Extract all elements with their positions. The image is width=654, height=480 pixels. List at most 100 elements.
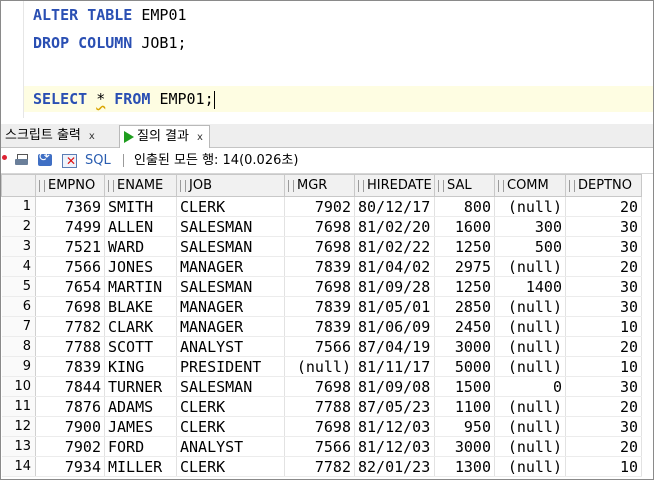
table-cell[interactable]: 81/02/20 (354, 216, 435, 237)
table-cell[interactable]: CLARK (104, 316, 177, 337)
table-cell[interactable]: SALESMAN (176, 376, 285, 397)
table-cell[interactable]: 81/11/17 (354, 356, 435, 377)
table-cell[interactable]: 1500 (434, 376, 495, 397)
table-cell[interactable]: 7839 (35, 356, 105, 377)
table-cell[interactable]: 500 (494, 236, 566, 257)
table-cell[interactable]: 87/05/23 (354, 396, 435, 417)
table-row[interactable]: 6 7698 BLAKE MANAGER 7839 81/05/01 2850 (null) 3… (1, 296, 642, 317)
table-cell[interactable]: CLERK (176, 396, 285, 417)
table-cell[interactable]: ANALYST (176, 436, 285, 457)
table-cell[interactable]: (null) (494, 296, 566, 317)
column-header[interactable]: COMM (494, 174, 566, 197)
table-row[interactable]: 13 7902 FORD ANALYST 7566 81/12/03 3000 (null) 2… (1, 436, 642, 457)
table-cell[interactable]: KING (104, 356, 177, 377)
table-cell[interactable]: MANAGER (176, 296, 285, 317)
table-cell[interactable]: CLERK (176, 416, 285, 437)
table-cell[interactable]: 10 (565, 356, 642, 377)
table-row[interactable]: 14 7934 MILLER CLERK 7782 82/01/23 1300 (null) 1… (1, 456, 642, 477)
table-cell[interactable]: 20 (565, 396, 642, 417)
table-cell[interactable]: 3000 (434, 436, 495, 457)
result-grid[interactable]: EMPNO ENAME JOB MGR HIREDATE SAL COMM DE… (1, 174, 653, 477)
table-cell[interactable]: 81/09/28 (354, 276, 435, 297)
table-cell[interactable]: 81/09/08 (354, 376, 435, 397)
table-cell[interactable]: ANALYST (176, 336, 285, 357)
table-cell[interactable]: SCOTT (104, 336, 177, 357)
table-row[interactable]: 10 7844 TURNER SALESMAN 7698 81/09/08 1500 0 30 (1, 376, 642, 397)
table-cell[interactable]: 7934 (35, 456, 105, 477)
table-cell[interactable]: 30 (565, 276, 642, 297)
code-line-1[interactable]: ALTER TABLE EMP01 (33, 2, 187, 28)
column-header[interactable]: ENAME (104, 174, 177, 197)
table-cell[interactable]: 7654 (35, 276, 105, 297)
table-row[interactable]: 7 7782 CLARK MANAGER 7839 81/06/09 2450 (null) 1… (1, 316, 642, 337)
table-cell[interactable]: WARD (104, 236, 177, 257)
table-cell[interactable]: 300 (494, 216, 566, 237)
code-line-3-current[interactable]: SELECT * FROM EMP01; (24, 86, 653, 112)
refresh-icon[interactable] (38, 150, 53, 167)
table-cell[interactable]: 10 (565, 316, 642, 337)
print-icon[interactable] (15, 153, 30, 167)
pin-icon[interactable] (2, 153, 8, 167)
table-cell[interactable]: 1400 (494, 276, 566, 297)
table-cell[interactable]: 81/12/03 (354, 416, 435, 437)
table-cell[interactable]: 7566 (284, 336, 355, 357)
table-cell[interactable]: 81/12/03 (354, 436, 435, 457)
column-header[interactable]: JOB (176, 174, 285, 197)
table-cell[interactable]: 0 (494, 376, 566, 397)
column-header[interactable]: MGR (284, 174, 355, 197)
table-cell[interactable]: 1300 (434, 456, 495, 477)
table-cell[interactable]: 7788 (35, 336, 105, 357)
table-cell[interactable]: 2975 (434, 256, 495, 277)
table-cell[interactable]: 30 (565, 416, 642, 437)
table-cell[interactable]: 950 (434, 416, 495, 437)
table-cell[interactable]: 30 (565, 376, 642, 397)
table-cell[interactable]: 30 (565, 296, 642, 317)
table-cell[interactable]: 7900 (35, 416, 105, 437)
table-cell[interactable]: ADAMS (104, 396, 177, 417)
table-cell[interactable]: 800 (434, 196, 495, 217)
table-cell[interactable]: 20 (565, 196, 642, 217)
table-cell[interactable]: 7566 (35, 256, 105, 277)
table-cell[interactable]: 81/04/02 (354, 256, 435, 277)
table-cell[interactable]: CLERK (176, 456, 285, 477)
table-cell[interactable]: (null) (494, 256, 566, 277)
table-cell[interactable]: (null) (494, 316, 566, 337)
table-cell[interactable]: 20 (565, 256, 642, 277)
table-cell[interactable]: 7698 (284, 276, 355, 297)
close-icon[interactable]: x (197, 132, 203, 143)
table-cell[interactable]: 30 (565, 216, 642, 237)
table-row[interactable]: 3 7521 WARD SALESMAN 7698 81/02/22 1250 500 30 (1, 236, 642, 257)
table-cell[interactable]: 81/05/01 (354, 296, 435, 317)
sql-editor[interactable]: ALTER TABLE EMP01 DROP COLUMN JOB1; SELE… (1, 1, 653, 119)
table-row[interactable]: 11 7876 ADAMS CLERK 7788 87/05/23 1100 (null) 20 (1, 396, 642, 417)
table-cell[interactable]: 7839 (284, 256, 355, 277)
table-cell[interactable]: (null) (494, 356, 566, 377)
column-header[interactable]: DEPTNO (565, 174, 642, 197)
table-cell[interactable]: (null) (284, 356, 355, 377)
tab-query-result[interactable]: 질의 결과 x (119, 125, 210, 148)
table-cell[interactable]: 7844 (35, 376, 105, 397)
table-cell[interactable]: 7698 (284, 236, 355, 257)
table-cell[interactable]: MANAGER (176, 256, 285, 277)
table-cell[interactable]: 87/04/19 (354, 336, 435, 357)
table-cell[interactable]: 7782 (35, 316, 105, 337)
column-header[interactable]: HIREDATE (354, 174, 435, 197)
table-cell[interactable]: 7698 (284, 216, 355, 237)
table-cell[interactable]: (null) (494, 396, 566, 417)
table-cell[interactable]: 7902 (284, 196, 355, 217)
table-cell[interactable]: 7698 (284, 376, 355, 397)
table-cell[interactable]: MILLER (104, 456, 177, 477)
tab-script-output[interactable]: 스크립트 출력 x (5, 125, 95, 146)
delete-icon[interactable] (62, 153, 77, 168)
table-row[interactable]: 2 7499 ALLEN SALESMAN 7698 81/02/20 1600 300 30 (1, 216, 642, 237)
table-cell[interactable]: 3000 (434, 336, 495, 357)
table-cell[interactable]: JONES (104, 256, 177, 277)
close-icon[interactable]: x (89, 131, 95, 142)
table-cell[interactable]: 81/06/09 (354, 316, 435, 337)
table-cell[interactable]: 7788 (284, 396, 355, 417)
table-cell[interactable]: 20 (565, 436, 642, 457)
table-cell[interactable]: FORD (104, 436, 177, 457)
table-cell[interactable]: 82/01/23 (354, 456, 435, 477)
table-row[interactable]: 4 7566 JONES MANAGER 7839 81/04/02 2975 (null) 2… (1, 256, 642, 277)
table-cell[interactable]: MANAGER (176, 316, 285, 337)
